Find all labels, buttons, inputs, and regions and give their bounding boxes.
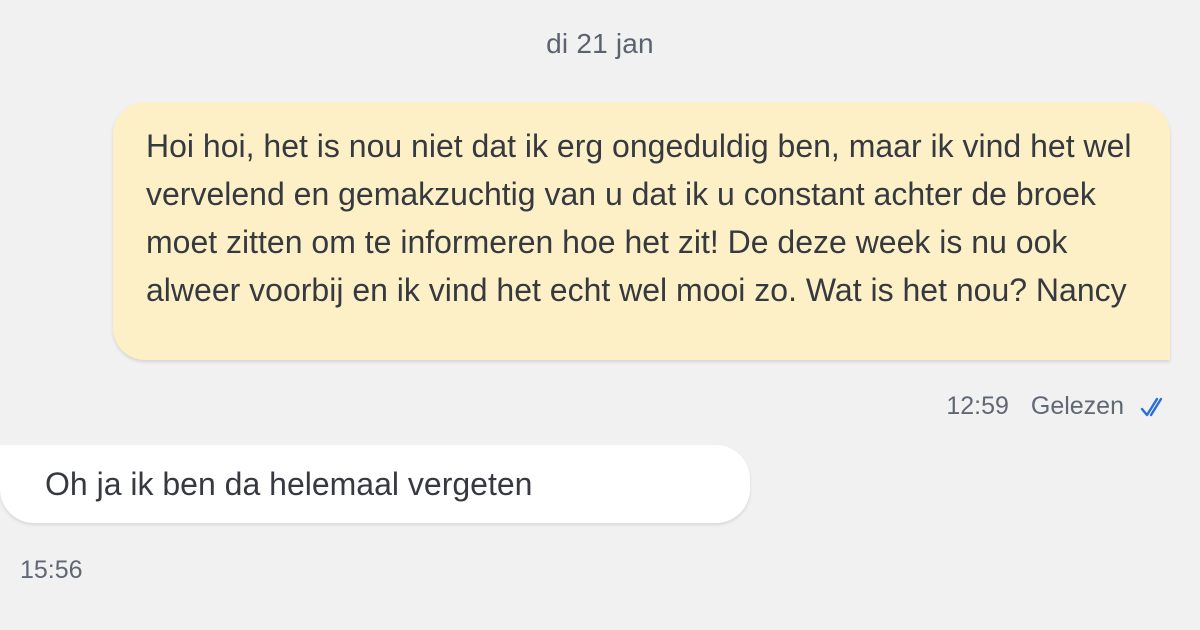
date-divider: di 21 jan — [546, 28, 654, 59]
outgoing-message-text: Hoi hoi, het is nou niet dat ik erg onge… — [146, 128, 1132, 308]
outgoing-message-meta: 12:59 Gelezen — [946, 392, 1170, 421]
double-check-icon — [1140, 396, 1170, 418]
outgoing-message-time: 12:59 — [946, 392, 1009, 420]
incoming-message-time: 15:56 — [20, 556, 83, 584]
incoming-message-bubble[interactable]: Oh ja ik ben da helemaal vergeten — [0, 445, 750, 523]
outgoing-message-bubble[interactable]: Hoi hoi, het is nou niet dat ik erg onge… — [113, 102, 1170, 360]
read-status: Gelezen — [1030, 392, 1124, 420]
incoming-message-text: Oh ja ik ben da helemaal vergeten — [45, 465, 533, 502]
